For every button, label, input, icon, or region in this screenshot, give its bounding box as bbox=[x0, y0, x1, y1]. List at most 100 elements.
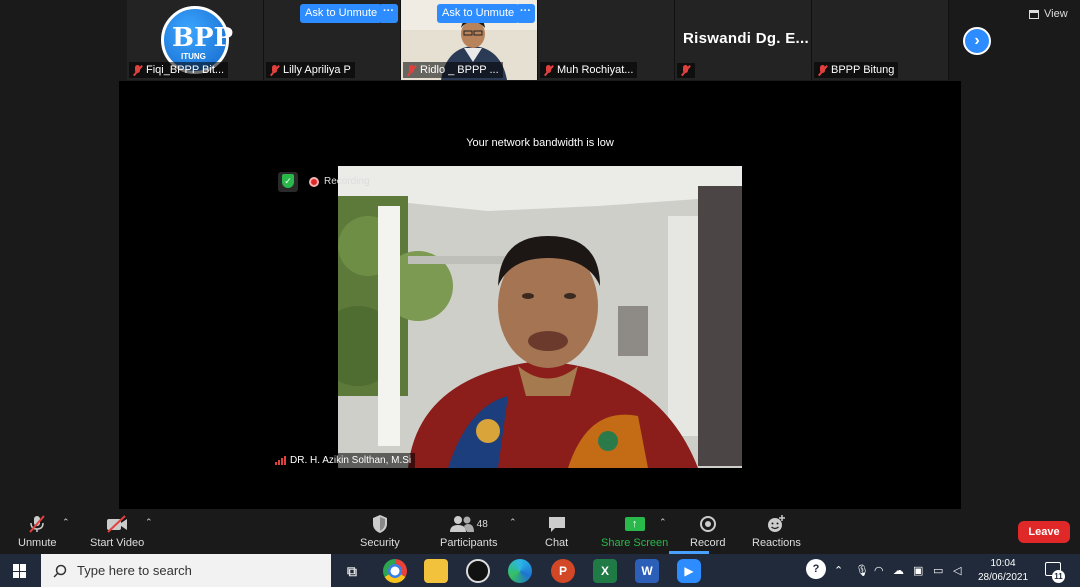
recording-label: Recording bbox=[324, 176, 370, 187]
muted-mic-icon bbox=[132, 64, 143, 76]
view-grid-icon bbox=[1029, 9, 1039, 19]
clock-date: 28/06/2021 bbox=[977, 572, 1029, 583]
participants-count: 48 bbox=[476, 518, 488, 530]
participant-tile-lilly[interactable]: Ask to Unmute ··· Lilly Apriliya P bbox=[264, 0, 401, 80]
screen-tray-icon[interactable]: ▣ bbox=[913, 564, 923, 577]
notification-count-badge: 11 bbox=[1052, 570, 1065, 583]
ask-to-unmute-button[interactable]: Ask to Unmute bbox=[437, 4, 520, 23]
ask-to-unmute-button[interactable]: Ask to Unmute bbox=[300, 4, 383, 23]
microphone-tray-icon[interactable]: 🎙 bbox=[855, 564, 869, 577]
gallery-strip: BPP ITUNG Fiqi_BPPP Bit... Ask to Unmute… bbox=[127, 0, 949, 80]
volume-icon[interactable]: ◁ bbox=[953, 564, 961, 577]
participant-tile-fiqi[interactable]: BPP ITUNG Fiqi_BPPP Bit... bbox=[127, 0, 264, 80]
audio-options-caret-icon[interactable]: ⌃ bbox=[62, 517, 70, 528]
reactions-button[interactable]: Reactions bbox=[752, 513, 801, 549]
participant-display-name: Riswandi Dg. E... bbox=[683, 30, 809, 47]
participant-name: Muh Rochiyat... bbox=[557, 64, 634, 76]
share-screen-icon: ↑ bbox=[624, 513, 645, 535]
participant-name: Ridlo _ BPPP ... bbox=[420, 64, 499, 76]
tray-overflow-chevron-icon[interactable]: ⌃ bbox=[834, 564, 843, 577]
participant-name: Lilly Apriliya P bbox=[283, 64, 351, 76]
chat-button[interactable]: Chat bbox=[545, 513, 568, 549]
reactions-smiley-icon bbox=[766, 513, 786, 535]
active-speaker-video bbox=[338, 166, 742, 468]
task-view-icon[interactable]: ⧉ bbox=[340, 559, 364, 583]
participant-tile-ridlo[interactable]: Ask to Unmute ··· Ridlo _ BPPP ... bbox=[401, 0, 538, 80]
windows-start-icon[interactable] bbox=[13, 564, 27, 578]
muted-mic-icon bbox=[680, 65, 691, 76]
powerpoint-icon[interactable]: P bbox=[551, 559, 575, 583]
chat-bubble-icon bbox=[547, 513, 567, 535]
participant-name-tag bbox=[677, 63, 695, 78]
view-button[interactable]: View bbox=[1029, 8, 1068, 20]
logo-subtext: ITUNG bbox=[181, 52, 206, 61]
participant-name-tag: Muh Rochiyat... bbox=[540, 62, 638, 78]
next-page-button[interactable]: › bbox=[963, 27, 991, 55]
participant-name-tag: Fiqi_BPPP Bit... bbox=[129, 62, 229, 78]
participants-button[interactable]: 48 Participants bbox=[440, 513, 497, 549]
video-options-caret-icon[interactable]: ⌃ bbox=[145, 517, 153, 528]
system-clock[interactable]: 10:04 28/06/2021 bbox=[976, 557, 1030, 585]
security-shield-icon[interactable] bbox=[278, 172, 298, 192]
participants-label: Participants bbox=[440, 537, 498, 549]
unmute-label: Unmute bbox=[18, 537, 57, 549]
bandwidth-notice: Your network bandwidth is low bbox=[466, 137, 614, 149]
participant-name: Fiqi_BPPP Bit... bbox=[146, 64, 225, 76]
help-icon[interactable]: ? bbox=[806, 559, 826, 579]
clock-time: 10:04 bbox=[990, 558, 1016, 569]
speaker-name-tag: DR. H. Azikin Solthan, M.Si bbox=[271, 453, 416, 468]
onedrive-cloud-icon[interactable]: ☁ bbox=[893, 564, 904, 577]
start-video-button[interactable]: Start Video bbox=[90, 513, 144, 549]
record-label: Record bbox=[690, 537, 726, 549]
recording-dot-icon bbox=[309, 176, 319, 187]
excel-icon[interactable]: X bbox=[593, 559, 617, 583]
leave-button[interactable]: Leave bbox=[1018, 521, 1070, 543]
record-button[interactable]: Record bbox=[690, 513, 725, 549]
more-options-button[interactable]: ··· bbox=[379, 4, 398, 23]
chat-label: Chat bbox=[545, 537, 569, 549]
security-label: Security bbox=[360, 537, 400, 549]
participant-tile-bppp-bitung[interactable]: BPPP Bitung bbox=[812, 0, 949, 80]
share-options-caret-icon[interactable]: ⌃ bbox=[659, 517, 667, 528]
participants-icon: 48 bbox=[449, 513, 488, 535]
speaker-video-image bbox=[338, 166, 742, 468]
word-icon[interactable]: W bbox=[635, 559, 659, 583]
zoom-icon[interactable]: ▶ bbox=[677, 559, 701, 583]
battery-tray-icon[interactable]: ▭ bbox=[933, 564, 943, 577]
participant-name-tag: BPPP Bitung bbox=[814, 62, 899, 78]
muted-microphone-icon bbox=[27, 513, 47, 535]
active-app-indicator bbox=[669, 551, 709, 554]
taskbar-search-box[interactable]: Type here to search bbox=[41, 554, 331, 587]
participants-options-caret-icon[interactable]: ⌃ bbox=[509, 517, 517, 528]
security-button[interactable]: Security bbox=[360, 513, 400, 549]
windows-taskbar: Type here to search ⧉ P X W ▶ ? ⌃ 🎙 ◠ ☁ … bbox=[0, 554, 1080, 587]
participant-name: BPPP Bitung bbox=[831, 64, 895, 76]
participant-tile-muh-rochiyat[interactable]: Muh Rochiyat... bbox=[538, 0, 675, 80]
more-options-button[interactable]: ··· bbox=[516, 4, 535, 23]
reactions-label: Reactions bbox=[752, 537, 801, 549]
file-explorer-icon[interactable] bbox=[424, 559, 448, 583]
participant-tile-riswandi[interactable]: Riswandi Dg. E... bbox=[675, 0, 812, 80]
wifi-icon[interactable]: ◠ bbox=[874, 564, 884, 577]
app-circle-icon[interactable] bbox=[466, 559, 490, 583]
chrome-icon[interactable] bbox=[383, 559, 407, 583]
record-icon bbox=[699, 513, 716, 535]
unmute-button[interactable]: Unmute bbox=[18, 513, 57, 549]
search-icon bbox=[53, 564, 67, 578]
speaker-name: DR. H. Azikin Solthan, M.Si bbox=[290, 455, 412, 466]
view-label: View bbox=[1044, 8, 1068, 20]
active-speaker-stage: Your network bandwidth is low ✓ Recordin… bbox=[119, 81, 961, 509]
edge-icon[interactable] bbox=[508, 559, 532, 583]
search-placeholder: Type here to search bbox=[77, 563, 192, 578]
share-screen-label: Share Screen bbox=[601, 537, 669, 549]
network-signal-icon bbox=[275, 456, 286, 465]
meeting-toolbar: Unmute ⌃ Start Video ⌃ Security 48 Parti… bbox=[0, 509, 1080, 554]
shield-icon bbox=[371, 513, 389, 535]
chevron-right-icon: › bbox=[974, 32, 980, 49]
zoom-meeting-window: BPP ITUNG Fiqi_BPPP Bit... Ask to Unmute… bbox=[0, 0, 1080, 587]
recording-indicator: Recording bbox=[309, 176, 370, 187]
participant-name-tag: Ridlo _ BPPP ... bbox=[403, 62, 503, 78]
muted-mic-icon bbox=[543, 64, 554, 76]
muted-mic-icon bbox=[269, 64, 280, 76]
video-off-icon bbox=[105, 513, 129, 535]
